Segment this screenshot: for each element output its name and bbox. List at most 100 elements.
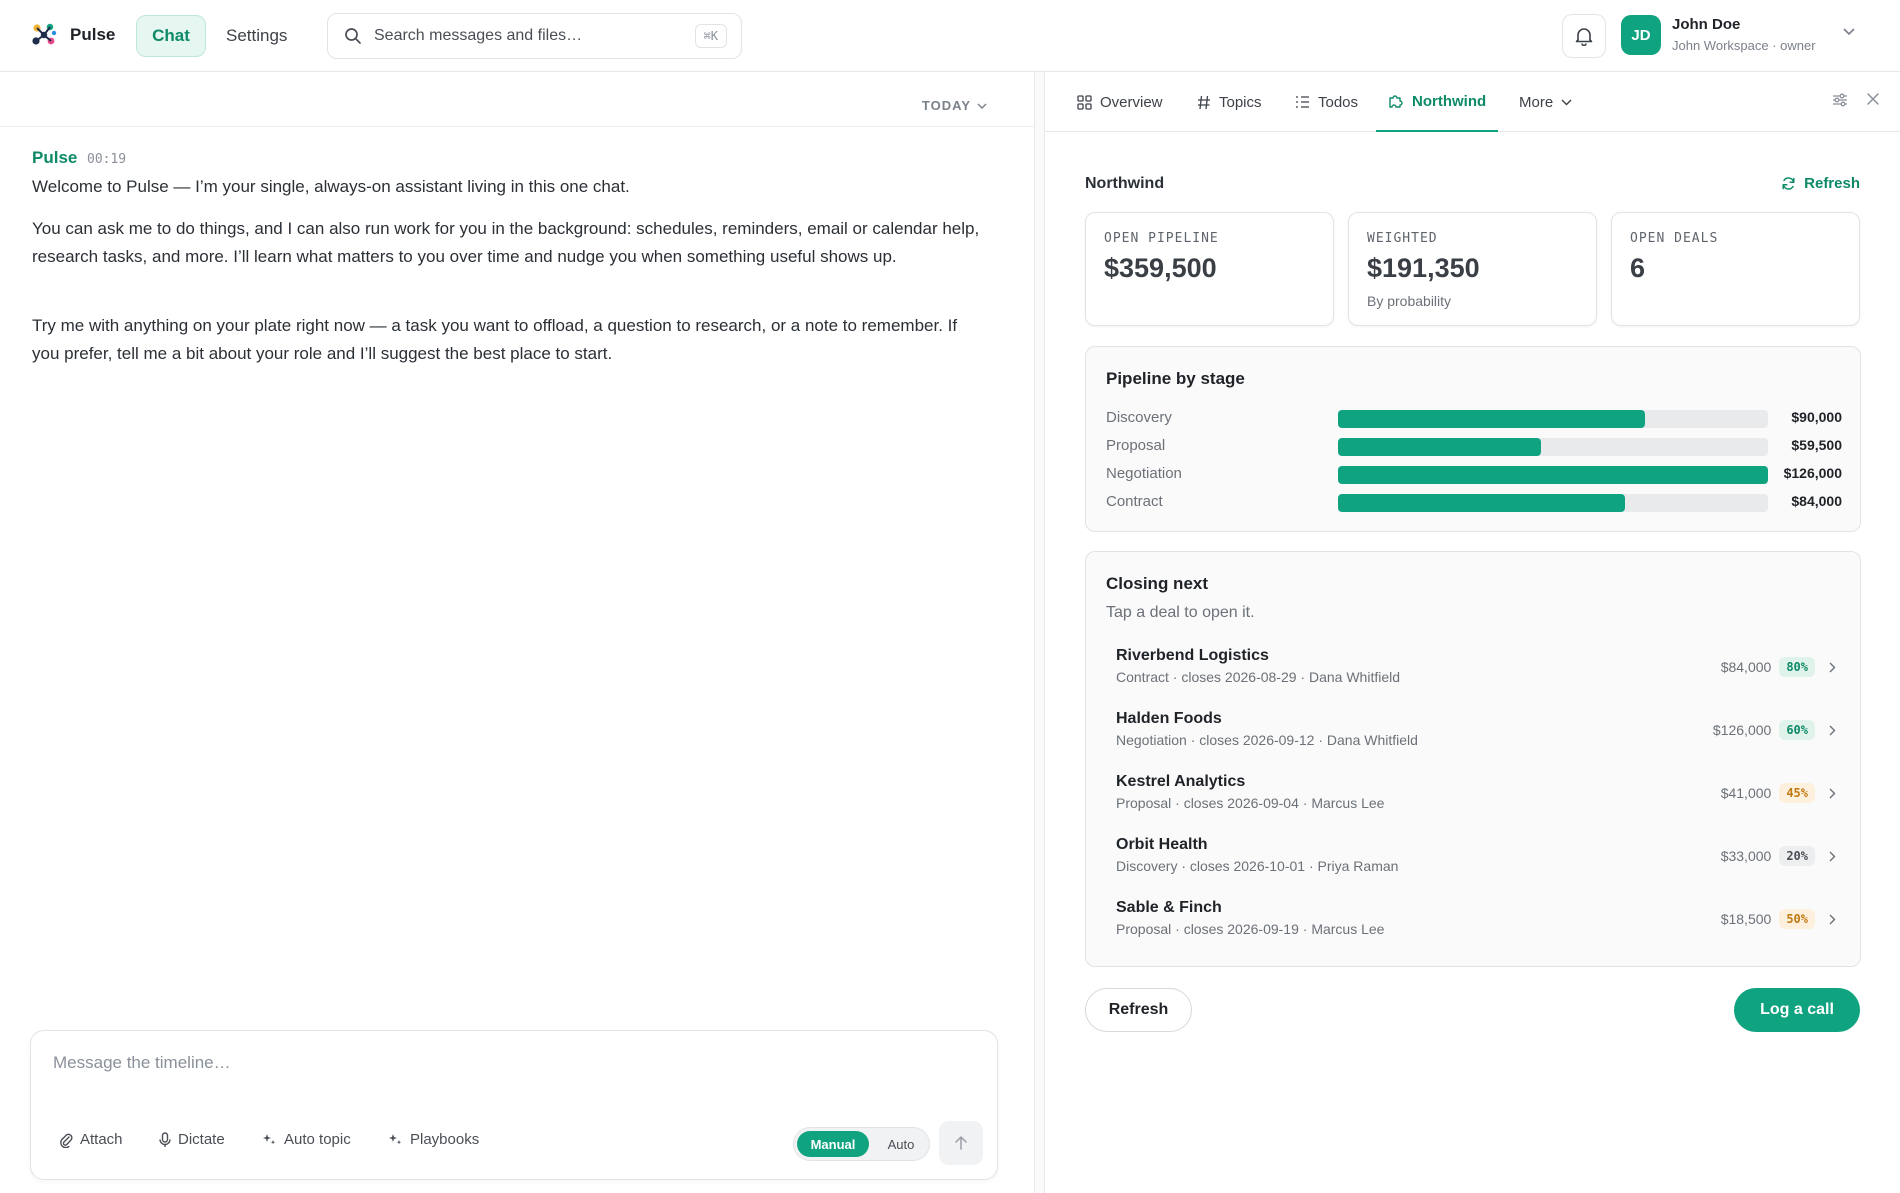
mode-toggle[interactable]: Manual Auto (793, 1127, 930, 1161)
pipeline-title: Pipeline by stage (1106, 369, 1245, 388)
bell-icon (1575, 28, 1593, 46)
deal-summary: $126,000 60% (1713, 720, 1836, 740)
deal-summary: $33,000 20% (1721, 846, 1836, 866)
app-name: Pulse (70, 25, 116, 44)
stage-name: Discovery (1106, 409, 1172, 426)
tab-label: Overview (1100, 93, 1163, 111)
kpi-weighted: WEIGHTED $191,350 By probability (1348, 212, 1597, 326)
kpi-label: OPEN DEALS (1630, 231, 1719, 246)
avatar[interactable]: JD (1621, 15, 1661, 55)
search-input[interactable]: Search messages and files… ⌘K (327, 13, 742, 59)
panel-divider[interactable] (1034, 72, 1045, 1193)
deal-amount: $84,000 (1720, 659, 1772, 675)
playbooks-button[interactable]: Playbooks (388, 1131, 479, 1148)
chevron-right-icon (1829, 725, 1836, 735)
probability-badge: 80% (1779, 657, 1815, 677)
user-workspace: John Workspace · owner (1672, 38, 1816, 53)
message-paragraph: Welcome to Pulse — I’m your single, alwa… (32, 177, 630, 196)
deal-meta: Proposal · closes 2026-09-04 · Marcus Le… (1116, 795, 1385, 811)
notifications-button[interactable] (1562, 14, 1606, 58)
deal-row[interactable]: Orbit Health Discovery · closes 2026-10-… (1116, 836, 1836, 884)
refresh-button[interactable]: Refresh (1085, 988, 1192, 1032)
deal-summary: $41,000 45% (1721, 783, 1836, 803)
kpi-label: WEIGHTED (1367, 231, 1438, 246)
stage-bar-track (1338, 466, 1768, 484)
tab-todos[interactable]: Todos (1295, 72, 1358, 132)
stage-value: $84,000 (1791, 493, 1842, 509)
auto-topic-button[interactable]: Auto topic (262, 1131, 351, 1148)
stage-bar-track (1338, 438, 1768, 456)
stage-bar-fill (1338, 410, 1646, 428)
nav-chat[interactable]: Chat (136, 15, 206, 57)
deal-name: Halden Foods (1116, 710, 1222, 727)
stage-value: $126,000 (1783, 465, 1842, 481)
sparkles-icon (389, 1134, 402, 1145)
tab-more[interactable]: More (1519, 72, 1572, 132)
log-call-button[interactable]: Log a call (1734, 988, 1860, 1032)
attach-button[interactable]: Attach (59, 1131, 123, 1148)
search-icon (345, 28, 361, 44)
chevron-right-icon (1829, 914, 1836, 924)
tab-northwind[interactable]: Northwind (1376, 72, 1499, 132)
stage-name: Negotiation (1106, 465, 1182, 482)
tab-overview[interactable]: Overview (1077, 72, 1163, 132)
dictate-button[interactable]: Dictate (159, 1131, 225, 1148)
deal-meta: Discovery · closes 2026-10-01 · Priya Ra… (1116, 858, 1399, 874)
stage-row-negotiation: Negotiation $126,000 (1106, 465, 1842, 485)
pipeline-card: Pipeline by stage Discovery $90,000 Prop… (1085, 346, 1861, 532)
panel-actions (1832, 92, 1880, 108)
sliders-icon[interactable] (1832, 92, 1848, 108)
refresh-icon (1782, 177, 1795, 190)
send-button[interactable] (939, 1121, 983, 1165)
close-icon[interactable] (1866, 92, 1880, 106)
kpi-label: OPEN PIPELINE (1104, 231, 1219, 246)
deal-name: Orbit Health (1116, 836, 1208, 853)
nav-settings[interactable]: Settings (226, 15, 287, 57)
message-composer[interactable]: Message the timeline… Attach Dictate Aut… (30, 1030, 998, 1180)
top-bar: Pulse Chat Settings Search messages and … (0, 0, 1900, 72)
kpi-value: 6 (1630, 253, 1646, 283)
tab-label: Northwind (1412, 92, 1487, 110)
stage-row-contract: Contract $84,000 (1106, 493, 1842, 513)
refresh-link[interactable]: Refresh (1781, 175, 1860, 192)
tab-topics[interactable]: Topics (1197, 72, 1262, 132)
deal-name: Riverbend Logistics (1116, 647, 1269, 664)
message-paragraph: You can ask me to do things, and I can a… (32, 219, 980, 266)
grid-icon (1077, 94, 1092, 110)
attach-label: Attach (80, 1131, 123, 1148)
deal-row[interactable]: Kestrel Analytics Proposal · closes 2026… (1116, 773, 1836, 821)
stage-bar-fill (1338, 438, 1541, 456)
message-paragraph: Try me with anything on your plate right… (32, 316, 958, 363)
date-filter[interactable]: TODAY (922, 98, 987, 113)
closing-subtitle: Tap a deal to open it. (1106, 604, 1255, 621)
probability-badge: 20% (1779, 846, 1815, 866)
kpi-sub: By probability (1367, 293, 1452, 309)
deal-row[interactable]: Riverbend Logistics Contract · closes 20… (1116, 647, 1836, 695)
mode-auto[interactable]: Auto (876, 1131, 926, 1157)
deal-row[interactable]: Sable & Finch Proposal · closes 2026-09-… (1116, 899, 1836, 947)
sparkles-icon (263, 1134, 276, 1145)
chevron-down-icon[interactable] (1843, 28, 1855, 36)
deal-meta: Proposal · closes 2026-09-19 · Marcus Le… (1116, 921, 1385, 937)
kpi-value: $191,350 (1367, 253, 1480, 283)
list-icon (1296, 96, 1309, 108)
chevron-down-icon (1561, 99, 1572, 105)
chevron-down-icon (977, 103, 987, 109)
deal-meta: Negotiation · closes 2026-09-12 · Dana W… (1116, 732, 1418, 748)
mode-manual[interactable]: Manual (797, 1131, 869, 1157)
date-filter-label: TODAY (921, 98, 971, 113)
search-placeholder: Search messages and files… (374, 27, 583, 44)
brand[interactable]: Pulse (28, 19, 115, 51)
chevron-right-icon (1829, 851, 1836, 861)
user-name[interactable]: John Doe (1672, 16, 1740, 33)
stage-name: Contract (1106, 493, 1163, 510)
deal-amount: $41,000 (1720, 785, 1772, 801)
composer-input[interactable]: Message the timeline… (53, 1053, 231, 1073)
puzzle-icon (1389, 95, 1403, 108)
deal-row[interactable]: Halden Foods Negotiation · closes 2026-0… (1116, 710, 1836, 758)
deal-summary: $84,000 80% (1721, 657, 1836, 677)
refresh-link-label: Refresh (1804, 175, 1860, 192)
side-panel: Overview Topics Todos Northwind More Nor… (1045, 72, 1900, 1193)
deal-name: Sable & Finch (1116, 899, 1222, 916)
chat-timeline: TODAY Pulse 00:19 Welcome to Pulse — I’m… (0, 72, 1035, 1193)
